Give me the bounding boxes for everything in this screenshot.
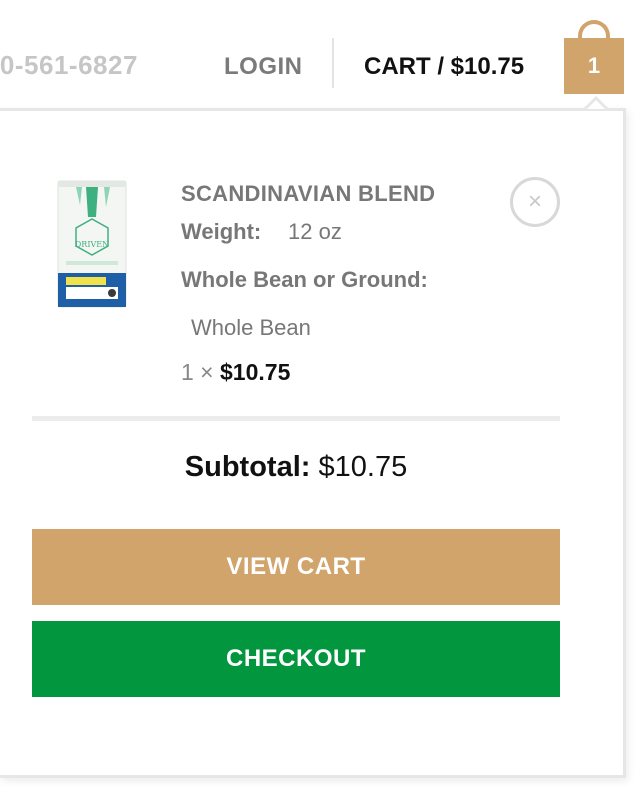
grind-label: Whole Bean or Ground: xyxy=(181,267,428,292)
checkout-button[interactable]: CHECKOUT xyxy=(32,621,560,697)
quantity-price-line: 1 × $10.75 xyxy=(181,359,290,386)
grind-value: Whole Bean xyxy=(191,315,311,340)
product-name-link[interactable]: SCANDINAVIAN BLEND xyxy=(181,181,435,207)
product-thumbnail[interactable]: DRIVEN xyxy=(56,177,128,309)
cart-count-badge: 1 xyxy=(587,53,601,78)
subtotal-value: $10.75 xyxy=(318,451,408,483)
cart-separator xyxy=(32,416,560,421)
subtotal-label: Subtotal: xyxy=(184,451,311,483)
bag-handle xyxy=(578,20,610,46)
close-icon: × xyxy=(527,188,542,215)
subtotal-row: Subtotal: $10.75 xyxy=(32,451,560,484)
mini-cart-dropdown: DRIVEN SCANDINAVIAN BLEND Weight: 12 oz … xyxy=(0,108,626,778)
weight-label: Weight: xyxy=(181,219,262,244)
quantity-text: 1 × xyxy=(181,359,214,385)
header-divider xyxy=(332,38,334,88)
login-link[interactable]: LOGIN xyxy=(224,53,303,81)
dropdown-caret-inner xyxy=(587,100,605,109)
weight-value: 12 oz xyxy=(288,219,342,244)
cart-link[interactable]: CART / $10.75 xyxy=(364,53,524,81)
cart-bag-icon[interactable]: 1 xyxy=(564,20,624,94)
phone-number[interactable]: 800-561-6827 xyxy=(0,50,138,81)
remove-item-button[interactable]: × xyxy=(510,177,560,227)
product-thumbnail-brand: DRIVEN xyxy=(75,240,109,249)
item-price: $10.75 xyxy=(220,359,291,385)
view-cart-button[interactable]: VIEW CART xyxy=(32,529,560,605)
header-bar: 800-561-6827 LOGIN CART / $10.75 1 xyxy=(0,0,640,108)
